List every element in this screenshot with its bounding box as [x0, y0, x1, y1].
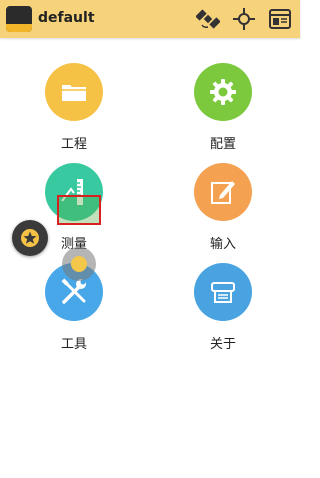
- app-logo: [6, 6, 32, 32]
- top-bar: default: [0, 0, 300, 38]
- input-icon-circle: [194, 163, 252, 221]
- window-panel-icon[interactable]: [268, 7, 292, 31]
- folder-icon: [62, 85, 86, 101]
- edit-icon: [211, 181, 235, 204]
- about-icon: [211, 282, 235, 303]
- menu-label-tools: 工具: [60, 337, 87, 352]
- menu-label-config: 配置: [209, 137, 236, 152]
- tools-icon: [61, 278, 86, 304]
- menu-item-input[interactable]: 输入: [168, 163, 278, 252]
- menu-item-project[interactable]: 工程: [19, 63, 129, 152]
- floating-assist-button[interactable]: [12, 220, 48, 256]
- about-icon-circle: [194, 263, 252, 321]
- crosshair-icon[interactable]: [232, 7, 256, 31]
- drag-ghost-icon: [62, 247, 96, 281]
- config-icon-circle: [194, 63, 252, 121]
- project-title: default: [38, 10, 95, 26]
- menu-item-config[interactable]: 配置: [168, 63, 278, 152]
- selection-highlight: [57, 195, 101, 225]
- star-icon: [21, 229, 39, 247]
- menu-label-about: 关于: [209, 337, 236, 352]
- project-icon-circle: [45, 63, 103, 121]
- menu-item-about[interactable]: 关于: [168, 263, 278, 352]
- gear-icon: [210, 79, 236, 105]
- satellite-icon[interactable]: [196, 7, 220, 31]
- menu-label-project: 工程: [60, 137, 87, 152]
- menu-label-input: 输入: [209, 237, 236, 252]
- main-menu: 工程 配置 测量 输入 工具 关于: [0, 38, 300, 478]
